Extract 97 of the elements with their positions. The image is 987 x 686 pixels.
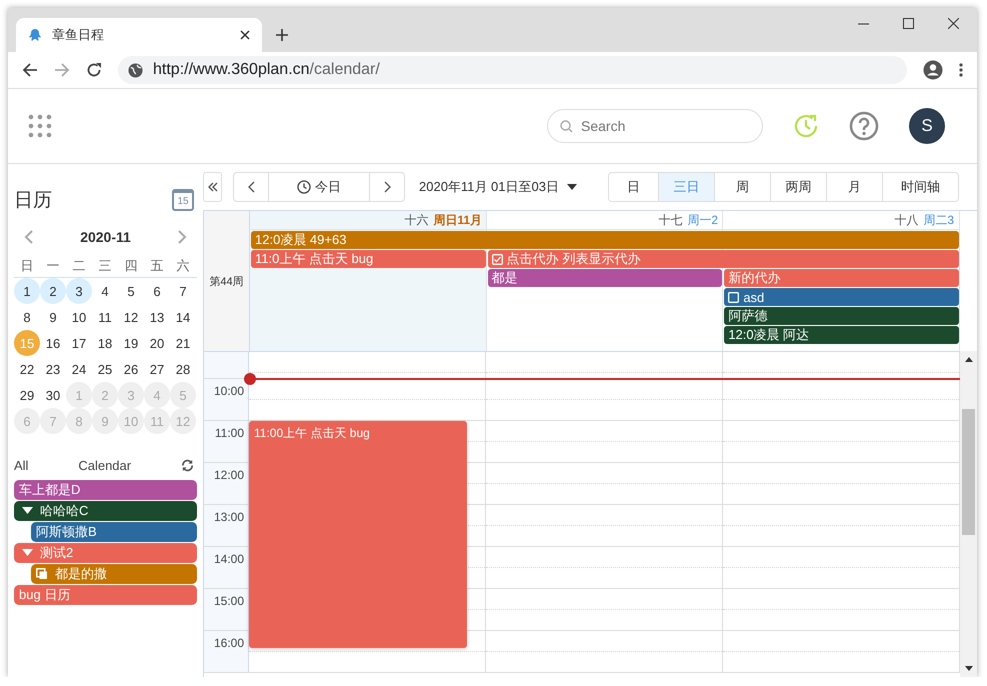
weekday-label: 四: [124, 257, 138, 275]
calendar-day[interactable]: 2: [40, 278, 66, 304]
address-bar[interactable]: http://www.360plan.cn/calendar/: [118, 56, 907, 84]
hour-label: 13:00: [204, 505, 249, 546]
calendar-day[interactable]: 30: [40, 382, 66, 408]
day-header[interactable]: 周日11月: [433, 212, 482, 228]
hour-label: 14:00: [204, 547, 249, 588]
collapse-sidebar-button[interactable]: [203, 172, 222, 202]
checkbox-icon[interactable]: [492, 254, 503, 264]
calendar-day[interactable]: 12: [118, 304, 144, 330]
calendar-day[interactable]: 6: [144, 278, 170, 304]
caret-icon[interactable]: [22, 506, 33, 515]
apps-grid-icon[interactable]: [28, 114, 52, 138]
calendar-day[interactable]: 21: [170, 330, 196, 356]
lunar-date: 十七: [658, 212, 682, 228]
lunar-date: 十八: [894, 212, 918, 228]
more-icon[interactable]: [959, 63, 963, 77]
url-text: http://www.360plan.cn/calendar/: [153, 61, 380, 79]
all-link[interactable]: All: [14, 458, 28, 473]
weekday-label: 六: [176, 257, 190, 275]
maximize-icon[interactable]: [903, 18, 914, 29]
scroll-down-icon[interactable]: [964, 666, 972, 671]
weekday-label: 五: [150, 257, 164, 275]
all-day-event[interactable]: 12:0凌晨 阿达: [724, 326, 959, 344]
calendar-day[interactable]: 29: [14, 382, 40, 408]
hour-label: 16:00: [204, 631, 249, 672]
weekday-label: 一: [46, 257, 60, 275]
account-icon[interactable]: [923, 60, 943, 80]
calendar-day[interactable]: 7: [170, 278, 196, 304]
copy-icon: [36, 568, 48, 580]
help-icon[interactable]: [849, 111, 879, 141]
weekday-label: 二: [72, 257, 86, 275]
avatar[interactable]: S: [909, 108, 945, 144]
close-icon[interactable]: [948, 18, 959, 29]
weekday-label: 三: [98, 257, 112, 275]
calendar-item[interactable]: 阿斯顿撒B: [31, 522, 197, 542]
weekday-label: 日: [20, 257, 34, 275]
calendar-day[interactable]: 28: [170, 356, 196, 382]
checkbox-icon[interactable]: [728, 292, 740, 302]
calendar-day[interactable]: 5: [118, 278, 144, 304]
all-day-event[interactable]: 都是: [488, 269, 722, 287]
double-chevron-icon: [208, 182, 218, 192]
octopus-icon: [28, 28, 42, 42]
search-icon: [560, 120, 573, 132]
plus-icon[interactable]: [276, 29, 288, 41]
close-icon[interactable]: [240, 30, 250, 40]
calendar-day[interactable]: 13: [144, 304, 170, 330]
chevron-left-icon: [248, 181, 254, 193]
hour-label: 11:00: [204, 421, 249, 462]
calendar-day[interactable]: 3: [66, 278, 92, 304]
search-field[interactable]: Search: [547, 109, 763, 143]
calendar-item[interactable]: 哈哈哈C: [14, 501, 197, 520]
calendar-day[interactable]: 16: [40, 330, 66, 356]
view-tab[interactable]: 时间轴: [882, 173, 958, 201]
chevron-right-icon: [384, 181, 390, 193]
refresh-icon[interactable]: [181, 459, 194, 472]
calendar-day[interactable]: 14: [170, 304, 196, 330]
globe-icon: [128, 62, 143, 78]
calendar-day[interactable]: 25: [92, 356, 118, 382]
calendar-day[interactable]: 19: [118, 330, 144, 356]
hour-label: 12:00: [204, 463, 249, 504]
calendar-day[interactable]: 9: [40, 304, 66, 330]
calendar-day[interactable]: 20: [144, 330, 170, 356]
calendar-day[interactable]: 1: [14, 278, 40, 304]
lunar-date: 十六: [404, 212, 428, 228]
filter-label: Calendar: [78, 458, 132, 473]
hour-label: 10:00: [204, 379, 249, 420]
calendar-day[interactable]: 24: [66, 356, 92, 382]
scrollbar[interactable]: [960, 351, 977, 677]
search-input[interactable]: Search: [579, 117, 733, 135]
caret-icon: [566, 184, 577, 190]
calendar-item[interactable]: 都是的撒: [31, 564, 197, 584]
calendar-day[interactable]: 8: [14, 304, 40, 330]
all-day-event[interactable]: 阿萨德: [724, 307, 959, 325]
calendar-day[interactable]: 22: [14, 356, 40, 382]
tab-title: 章鱼日程: [52, 26, 105, 44]
calendar-day[interactable]: 26: [118, 356, 144, 382]
clock-icon: [297, 180, 311, 194]
browser-tab[interactable]: 章鱼日程: [16, 18, 262, 52]
all-day-event[interactable]: asd: [724, 288, 959, 306]
hour-label: 15:00: [204, 589, 249, 630]
back-arrow-icon[interactable]: [22, 62, 38, 78]
calendar-day[interactable]: 17: [66, 330, 92, 356]
calendar-day[interactable]: 27: [144, 356, 170, 382]
calendar-day[interactable]: 18: [92, 330, 118, 356]
calendar-day[interactable]: 4: [92, 278, 118, 304]
reload-icon[interactable]: [86, 62, 102, 78]
calendar-day[interactable]: 23: [40, 356, 66, 382]
calendar-day[interactable]: 10: [66, 304, 92, 330]
scroll-up-icon[interactable]: [964, 357, 972, 362]
week-number: 第44周: [204, 211, 250, 351]
calendar-item[interactable]: 车上都是D: [14, 480, 197, 500]
today-button[interactable]: 今日: [268, 172, 370, 202]
month-title: 2020-11: [80, 229, 131, 245]
all-day-event[interactable]: 12:0凌晨 49+63: [251, 231, 959, 249]
sidebar-title: 日历: [14, 189, 52, 213]
calendar-day[interactable]: 11: [92, 304, 118, 330]
